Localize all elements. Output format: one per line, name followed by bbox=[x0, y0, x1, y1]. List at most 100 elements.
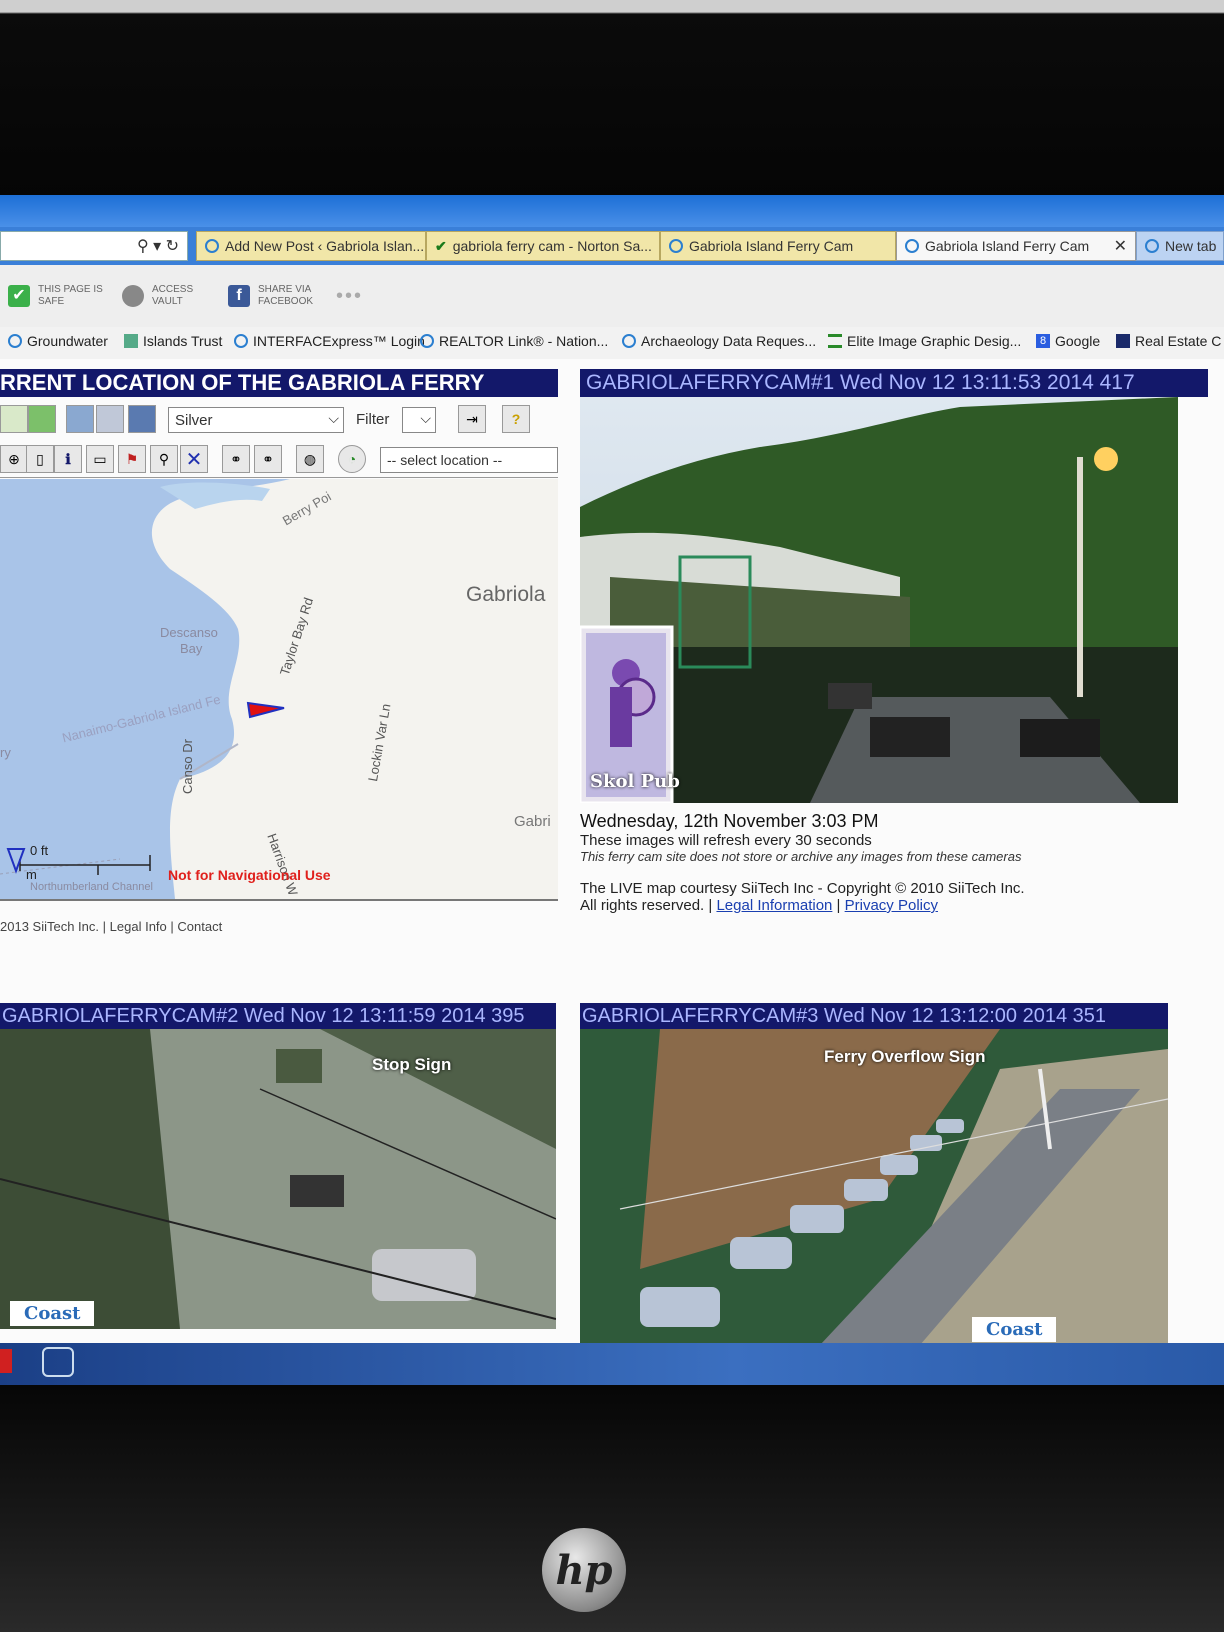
address-bar[interactable]: ⚲ ▾ ↻ bbox=[0, 231, 188, 261]
ie-icon bbox=[205, 239, 219, 253]
fav-archaeology[interactable]: Archaeology Data Reques... bbox=[622, 333, 816, 349]
fav-google[interactable]: 8 Google bbox=[1036, 333, 1100, 349]
fav-label: REALTOR Link® - Nation... bbox=[439, 333, 609, 349]
map-style-select[interactable]: Silver ⌵ bbox=[168, 407, 344, 433]
location-select[interactable]: -- select location -- bbox=[380, 447, 558, 473]
app-icon[interactable] bbox=[0, 1349, 12, 1373]
tab-ferry-cam-1[interactable]: Gabriola Island Ferry Cam bbox=[660, 231, 896, 261]
link-2-icon[interactable]: ⚭ bbox=[254, 445, 282, 473]
cam1-header: GABRIOLAFERRYCAM#1 Wed Nov 12 13:11:53 2… bbox=[580, 369, 1208, 397]
help-icon[interactable]: ? bbox=[502, 405, 530, 433]
cam1-scene bbox=[580, 397, 1178, 803]
terrain-icon[interactable] bbox=[28, 405, 56, 433]
ferry-overflow-caption: Ferry Overflow Sign bbox=[824, 1047, 986, 1066]
skol-pub-label: Skol Pub bbox=[590, 771, 680, 792]
current-datetime: Wednesday, 12th November 3:03 PM bbox=[580, 811, 879, 831]
cam3-header: GABRIOLAFERRYCAM#3 Wed Nov 12 13:12:00 2… bbox=[580, 1003, 1168, 1029]
ie-icon bbox=[420, 334, 434, 348]
map-title: RRENT LOCATION OF THE GABRIOLA FERRY bbox=[0, 369, 558, 397]
contact-link[interactable]: Contact bbox=[177, 919, 222, 934]
norton-label: THIS PAGE IS bbox=[38, 284, 103, 295]
fav-islands-trust[interactable]: Islands Trust bbox=[124, 333, 222, 349]
fav-groundwater[interactable]: Groundwater bbox=[8, 333, 108, 349]
export-icon[interactable]: ⇥ bbox=[458, 405, 486, 433]
map-label-gabriola: Gabriola bbox=[466, 583, 546, 606]
rights-line: All rights reserved. | Legal Information… bbox=[580, 897, 1200, 914]
info-icon[interactable]: ℹ bbox=[54, 445, 82, 473]
tab-new[interactable]: New tab bbox=[1136, 231, 1224, 261]
globe-icon[interactable]: ◍ bbox=[296, 445, 324, 473]
tab-add-new-post[interactable]: Add New Post ‹ Gabriola Islan... bbox=[196, 231, 426, 261]
vault-icon bbox=[122, 285, 144, 307]
cam1-image: Skol Pub bbox=[580, 397, 1178, 803]
ie-icon bbox=[669, 239, 683, 253]
page-safe-button[interactable]: ✔ THIS PAGE IS SAFE bbox=[8, 279, 103, 313]
more-icon[interactable]: ••• bbox=[336, 285, 363, 308]
ferry-marker-icon[interactable] bbox=[246, 701, 285, 719]
flag-icon[interactable]: ⚑ bbox=[118, 445, 146, 473]
check-icon: ✔ bbox=[435, 237, 447, 254]
clear-icon[interactable]: ✕ bbox=[180, 445, 208, 473]
tab-norton-search[interactable]: ✔ gabriola ferry cam - Norton Sa... bbox=[426, 231, 660, 261]
location-select-value: -- select location -- bbox=[387, 452, 503, 468]
navigation-warning: Not for Navigational Use bbox=[168, 867, 331, 883]
tablet-icon[interactable] bbox=[42, 1347, 74, 1377]
screen: ⚲ ▾ ↻ Add New Post ‹ Gabriola Islan... ✔… bbox=[0, 195, 1224, 1385]
legal-information-link[interactable]: Legal Information bbox=[716, 897, 832, 914]
window-titlebar bbox=[0, 195, 1224, 227]
tab-ferry-cam-active[interactable]: Gabriola Island Ferry Cam ✕ bbox=[896, 231, 1136, 261]
cam3-image: Ferry Overflow Sign Coast bbox=[580, 1029, 1168, 1345]
comment-icon[interactable]: ▭ bbox=[86, 445, 114, 473]
shoal-area bbox=[160, 482, 270, 509]
ship-icon[interactable] bbox=[96, 405, 124, 433]
page-icon[interactable]: ▯ bbox=[26, 445, 54, 473]
real-estate-icon bbox=[1116, 334, 1130, 348]
ie-icon bbox=[1145, 239, 1159, 253]
fav-label: Archaeology Data Reques... bbox=[641, 333, 817, 349]
map-label-ry: ry bbox=[0, 745, 11, 760]
fav-label: Islands Trust bbox=[143, 333, 223, 349]
separator: | bbox=[102, 919, 107, 934]
tab-label: Add New Post ‹ Gabriola Islan... bbox=[225, 238, 425, 254]
cam2-scene bbox=[0, 1029, 556, 1329]
filter-select[interactable]: ⌵ bbox=[402, 407, 436, 433]
rights-text: All rights reserved. bbox=[580, 897, 705, 914]
coast-logo: Coast bbox=[10, 1301, 95, 1326]
fav-label: Elite Image Graphic Desig... bbox=[847, 333, 1022, 349]
cam2-header: GABRIOLAFERRYCAM#2 Wed Nov 12 13:11:59 2… bbox=[0, 1003, 556, 1029]
map-label-gabri: Gabri bbox=[514, 813, 551, 830]
chevron-down-icon: ⌵ bbox=[328, 410, 339, 426]
zoom-icon[interactable]: ⊕ bbox=[0, 445, 28, 473]
compass-icon[interactable]: ◔ bbox=[338, 445, 366, 473]
measure-icon[interactable]: ⚲ bbox=[150, 445, 178, 473]
fav-interfacexpress[interactable]: INTERFACExpress™ Login bbox=[234, 333, 425, 349]
google-icon: 8 bbox=[1036, 334, 1050, 348]
map-toolbar-2: ⊕ ▯ ℹ ▭ ⚑ ⚲ ✕ ⚭ ⚭ ◍ ◔ -- select location… bbox=[0, 441, 558, 478]
stop-sign-caption: Stop Sign bbox=[372, 1055, 452, 1074]
fav-real-estate[interactable]: Real Estate C bbox=[1116, 333, 1221, 349]
legal-info-link[interactable]: Legal Info bbox=[110, 919, 167, 934]
archive-notice: This ferry cam site does not store or ar… bbox=[580, 849, 1022, 864]
fav-elite-image[interactable]: Elite Image Graphic Desig... bbox=[828, 333, 1021, 349]
map-style-value: Silver bbox=[175, 411, 213, 429]
norton-label: VAULT bbox=[152, 296, 183, 307]
satellite-icon[interactable] bbox=[66, 405, 94, 433]
search-refresh-icons[interactable]: ⚲ ▾ ↻ bbox=[137, 236, 179, 256]
coast-logo: Coast bbox=[972, 1317, 1057, 1342]
map-layer-icon[interactable] bbox=[0, 405, 28, 433]
fav-label: Google bbox=[1055, 333, 1101, 349]
privacy-policy-link[interactable]: Privacy Policy bbox=[845, 897, 938, 914]
tab-label: gabriola ferry cam - Norton Sa... bbox=[452, 238, 652, 254]
link-1-icon[interactable]: ⚭ bbox=[222, 445, 250, 473]
car-shape bbox=[372, 1249, 476, 1301]
photo-icon[interactable] bbox=[128, 405, 156, 433]
map-label-northumberland: Northumberland Channel bbox=[30, 881, 153, 893]
sea-area bbox=[0, 479, 290, 899]
access-vault-button[interactable]: ACCESS VAULT bbox=[122, 279, 193, 313]
map-label-descanso: Descanso bbox=[160, 625, 218, 640]
ferry-map[interactable]: Berry Poi Gabriola Descanso Bay Taylor B… bbox=[0, 479, 558, 899]
fav-realtor-link[interactable]: REALTOR Link® - Nation... bbox=[420, 333, 608, 349]
share-facebook-button[interactable]: f SHARE VIA FACEBOOK bbox=[228, 279, 313, 313]
chevron-down-icon: ⌵ bbox=[420, 410, 431, 426]
close-tab-icon[interactable]: ✕ bbox=[1114, 236, 1127, 256]
